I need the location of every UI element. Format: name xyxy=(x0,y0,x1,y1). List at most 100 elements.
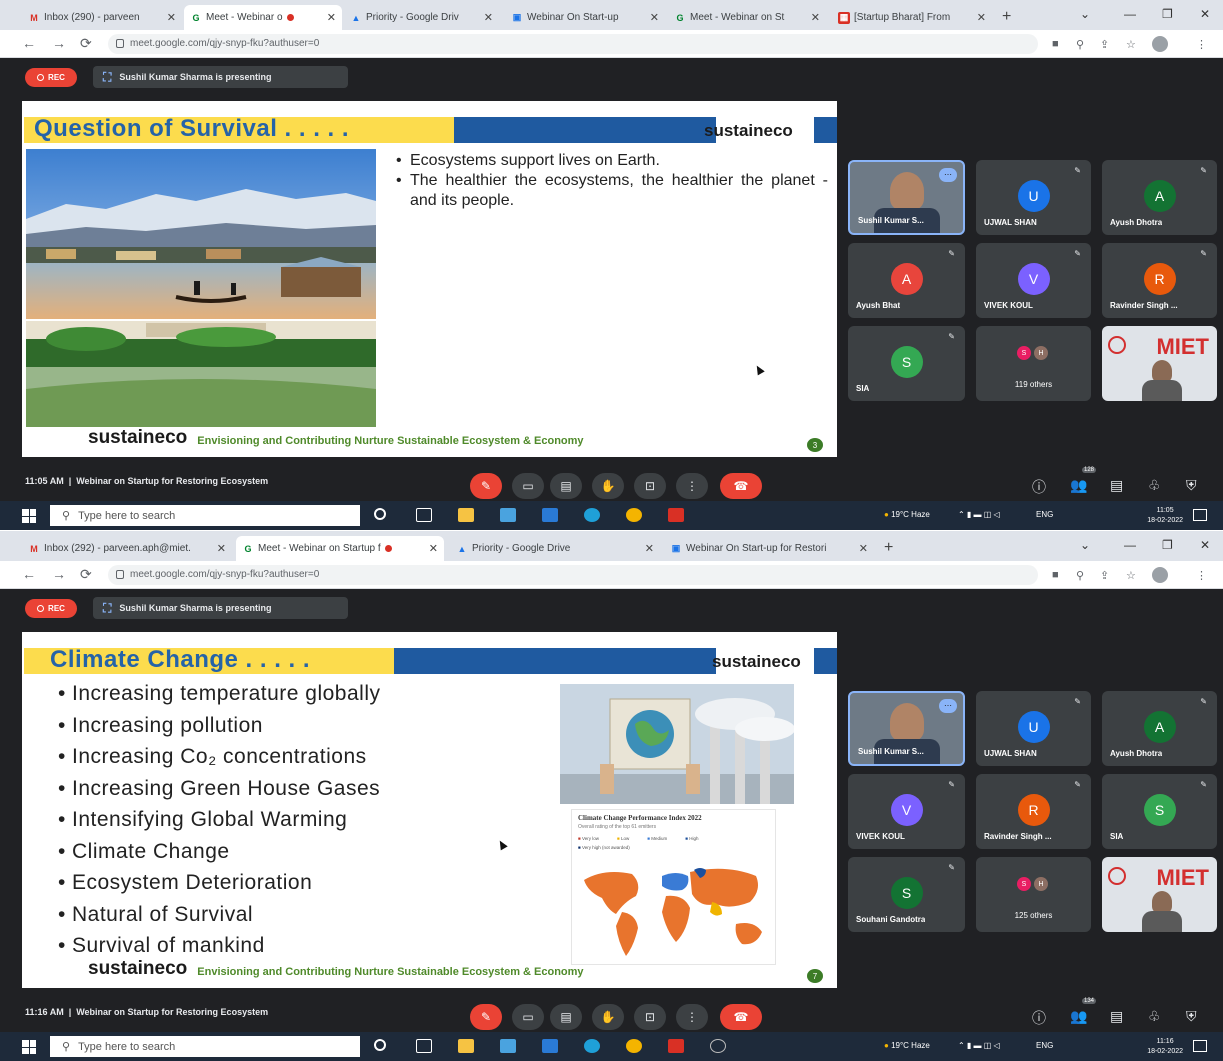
tab-search-icon[interactable]: ⌄ xyxy=(1080,7,1090,21)
url-field[interactable]: meet.google.com/qjy-snyp-fku?authuser=0 xyxy=(108,34,1038,54)
close-icon[interactable]: ✕ xyxy=(811,11,820,24)
chat-icon[interactable]: ▤ xyxy=(1110,477,1123,494)
tab-webinar-startup[interactable]: ▣ Webinar On Start-up ✕ xyxy=(505,5,665,30)
participant-tile[interactable]: ✎ V VIVEK KOUL xyxy=(848,774,965,849)
share-icon[interactable]: ⇪ xyxy=(1100,569,1109,582)
edge-icon[interactable] xyxy=(584,508,600,522)
minimize-button[interactable]: — xyxy=(1124,538,1136,552)
maximize-button[interactable]: ❐ xyxy=(1162,538,1173,552)
chrome-icon[interactable] xyxy=(626,508,642,522)
participant-tile[interactable]: ✎ R Ravinder Singh ... xyxy=(976,774,1091,849)
people-icon[interactable]: 👥 xyxy=(1070,477,1087,494)
participant-tile-others[interactable]: S H 119 others xyxy=(976,326,1091,401)
participant-tile[interactable]: ✎ A Ayush Bhat xyxy=(848,243,965,318)
close-icon[interactable]: ✕ xyxy=(429,542,438,555)
task-view-icon[interactable] xyxy=(416,1039,432,1053)
camera-icon[interactable]: ■ xyxy=(1052,38,1059,50)
close-icon[interactable]: ✕ xyxy=(484,11,493,24)
end-call-button[interactable]: ☎ xyxy=(720,1004,762,1030)
participant-tile[interactable]: ✎ R Ravinder Singh ... xyxy=(1102,243,1217,318)
camera-icon[interactable]: ■ xyxy=(1052,569,1059,581)
language-indicator[interactable]: ENG xyxy=(1036,1041,1053,1050)
participant-tile[interactable]: ✎ U UJWAL SHAN xyxy=(976,160,1091,235)
captions-button[interactable]: ▤ xyxy=(550,1004,582,1030)
info-icon[interactable]: ⓘ xyxy=(1032,477,1046,497)
notification-icon[interactable] xyxy=(1193,1040,1207,1052)
participant-tile[interactable]: ✎ A Ayush Dhotra xyxy=(1102,160,1217,235)
chat-icon[interactable]: ▤ xyxy=(1110,1008,1123,1025)
file-explorer-icon[interactable] xyxy=(458,1039,474,1053)
participant-tile[interactable]: ✎ V VIVEK KOUL xyxy=(976,243,1091,318)
edge-icon[interactable] xyxy=(584,1039,600,1053)
system-tray-icons[interactable]: ⌃ ▮ ▬ ◫ ◁ xyxy=(958,1041,1000,1050)
forward-arrow-icon[interactable]: → xyxy=(52,566,66,582)
tab-webinar-startup[interactable]: ▣ Webinar On Start-up for Restori ✕ xyxy=(664,536,874,561)
present-button[interactable]: ⊡ xyxy=(634,1004,666,1030)
participant-tile-miet[interactable]: MIET xyxy=(1102,326,1217,401)
mic-off-button[interactable]: ✎ xyxy=(470,1004,502,1030)
profile-avatar[interactable] xyxy=(1152,36,1168,52)
tab-search-icon[interactable]: ⌄ xyxy=(1080,538,1090,552)
settings-gear-icon[interactable] xyxy=(710,1039,726,1053)
close-icon[interactable]: ✕ xyxy=(977,11,986,24)
star-icon[interactable]: ☆ xyxy=(1126,38,1136,51)
close-icon[interactable]: ✕ xyxy=(327,11,336,24)
weather-widget[interactable]: ● 19°C Haze xyxy=(884,510,930,519)
taskbar-clock[interactable]: 11:16 18-02-2022 xyxy=(1147,1037,1183,1057)
raise-hand-button[interactable]: ✋ xyxy=(592,473,624,499)
mic-off-button[interactable]: ✎ xyxy=(470,473,502,499)
back-arrow-icon[interactable]: ← xyxy=(22,35,36,51)
star-icon[interactable]: ☆ xyxy=(1126,569,1136,582)
more-options-icon[interactable]: ⋯ xyxy=(939,168,957,182)
zoom-icon[interactable]: ⚲ xyxy=(1076,569,1084,582)
cortana-icon[interactable] xyxy=(374,508,386,520)
new-tab-button[interactable]: + xyxy=(884,539,893,557)
minimize-button[interactable]: — xyxy=(1124,7,1136,21)
participant-tile[interactable]: ✎ A Ayush Dhotra xyxy=(1102,691,1217,766)
taskbar-clock[interactable]: 11:05 18-02-2022 xyxy=(1147,506,1183,526)
more-options-button[interactable]: ⋮ xyxy=(676,473,708,499)
tab-google-drive[interactable]: ▲ Priority - Google Driv ✕ xyxy=(344,5,499,30)
task-view-icon[interactable] xyxy=(416,508,432,522)
participant-tile[interactable]: ✎ S SIA xyxy=(1102,774,1217,849)
language-indicator[interactable]: ENG xyxy=(1036,510,1053,519)
participant-tile[interactable]: ✎ S Souhani Gandotra xyxy=(848,857,965,932)
mail-icon[interactable] xyxy=(542,1039,558,1053)
tab-startup-bharat[interactable]: ▦ [Startup Bharat] From ✕ xyxy=(832,5,992,30)
participant-tile-presenter[interactable]: ⋯ Sushil Kumar S... xyxy=(848,160,965,235)
store-icon[interactable] xyxy=(500,508,516,522)
more-options-icon[interactable]: ⋯ xyxy=(939,699,957,713)
end-call-button[interactable]: ☎ xyxy=(720,473,762,499)
new-tab-button[interactable]: + xyxy=(1002,8,1011,26)
host-controls-icon[interactable]: ⛨ xyxy=(1186,1008,1197,1025)
system-tray-icons[interactable]: ⌃ ▮ ▬ ◫ ◁ xyxy=(958,510,1000,519)
chrome-icon[interactable] xyxy=(626,1039,642,1053)
profile-avatar[interactable] xyxy=(1152,567,1168,583)
close-icon[interactable]: ✕ xyxy=(167,11,176,24)
menu-kebab-icon[interactable]: ⋮ xyxy=(1196,38,1207,51)
store-icon[interactable] xyxy=(500,1039,516,1053)
participant-tile-presenter[interactable]: ⋯ Sushil Kumar S... xyxy=(848,691,965,766)
more-options-button[interactable]: ⋮ xyxy=(676,1004,708,1030)
close-icon[interactable]: ✕ xyxy=(650,11,659,24)
tab-meet-webinar-2[interactable]: G Meet - Webinar on St ✕ xyxy=(668,5,826,30)
windows-start-icon[interactable] xyxy=(22,1040,36,1054)
close-window-button[interactable]: ✕ xyxy=(1200,7,1210,21)
mail-icon[interactable] xyxy=(542,508,558,522)
people-icon[interactable]: 👥 xyxy=(1070,1008,1087,1025)
cortana-icon[interactable] xyxy=(374,1039,386,1051)
notification-icon[interactable] xyxy=(1193,509,1207,521)
tab-gmail[interactable]: M Inbox (290) - parveen ✕ xyxy=(22,5,182,30)
tab-gmail[interactable]: M Inbox (292) - parveen.aph@miet. ✕ xyxy=(22,536,232,561)
windows-start-icon[interactable] xyxy=(22,509,36,523)
share-icon[interactable]: ⇪ xyxy=(1100,38,1109,51)
camera-button[interactable]: ▭ xyxy=(512,1004,544,1030)
menu-kebab-icon[interactable]: ⋮ xyxy=(1196,569,1207,582)
captions-button[interactable]: ▤ xyxy=(550,473,582,499)
weather-widget[interactable]: ● 19°C Haze xyxy=(884,1041,930,1050)
present-button[interactable]: ⊡ xyxy=(634,473,666,499)
tab-meet-webinar[interactable]: G Meet - Webinar on Startup f ✕ xyxy=(236,536,444,561)
close-icon[interactable]: ✕ xyxy=(859,542,868,555)
info-icon[interactable]: ⓘ xyxy=(1032,1008,1046,1028)
taskbar-search[interactable]: ⚲ Type here to search xyxy=(50,505,360,526)
